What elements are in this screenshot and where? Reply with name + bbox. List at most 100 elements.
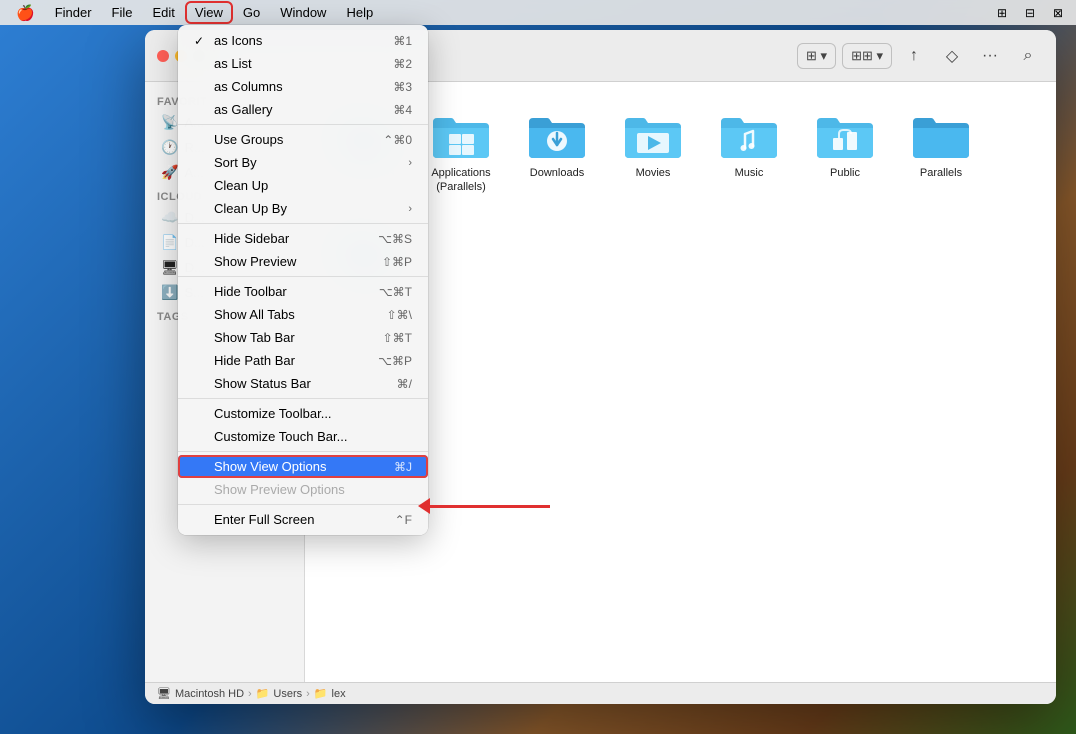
menu-show-preview[interactable]: Show Preview ⇧⌘P: [178, 250, 428, 273]
menubar-finder[interactable]: Finder: [47, 3, 100, 22]
check-as-icons: ✓: [194, 34, 210, 48]
file-item-music[interactable]: Music: [709, 102, 789, 201]
menu-clean-up-by[interactable]: Clean Up By ›: [178, 197, 428, 220]
file-item-applications-parallels[interactable]: Applications (Parallels): [421, 102, 501, 201]
menu-show-all-tabs[interactable]: Show All Tabs ⇧⌘\: [178, 303, 428, 326]
apple-menu[interactable]: 🍎: [8, 2, 43, 24]
hide-sidebar-label: Hide Sidebar: [214, 231, 374, 246]
menubar-window[interactable]: Window: [272, 3, 334, 22]
menubar-edit[interactable]: Edit: [145, 3, 183, 22]
file-item-public[interactable]: Public: [805, 102, 885, 201]
close-button[interactable]: [157, 50, 169, 62]
show-all-tabs-shortcut: ⇧⌘\: [387, 308, 412, 322]
show-status-bar-label: Show Status Bar: [214, 376, 393, 391]
menubar-file[interactable]: File: [104, 3, 141, 22]
menu-use-groups[interactable]: Use Groups ⌃⌘0: [178, 128, 428, 151]
menu-show-view-options[interactable]: Show View Options ⌘J: [178, 455, 428, 478]
menu-show-tab-bar[interactable]: Show Tab Bar ⇧⌘T: [178, 326, 428, 349]
menu-hide-path-bar[interactable]: Hide Path Bar ⌥⌘P: [178, 349, 428, 372]
menu-sep-1: [178, 124, 428, 125]
path-sep-1: ›: [248, 688, 252, 700]
use-groups-shortcut: ⌃⌘0: [383, 133, 412, 147]
applications-icon: 🚀: [161, 164, 178, 181]
icloud-drive-icon: ☁️: [161, 209, 178, 226]
desktop-icon: 🖥: [161, 259, 179, 276]
share-button[interactable]: ↑: [898, 42, 930, 70]
menu-sep-5: [178, 451, 428, 452]
menu-sep-6: [178, 504, 428, 505]
menubar-help[interactable]: Help: [338, 3, 381, 22]
clean-up-by-arrow: ›: [408, 203, 412, 215]
clean-up-by-label: Clean Up By: [214, 201, 404, 216]
menu-enter-full-screen[interactable]: Enter Full Screen ⌃F: [178, 508, 428, 531]
menubar-go[interactable]: Go: [235, 3, 268, 22]
file-item-movies[interactable]: Movies: [613, 102, 693, 201]
view-dropdown-menu: ✓ as Icons ⌘1 as List ⌘2 as Columns ⌘3 a…: [178, 25, 428, 535]
enter-full-screen-shortcut: ⌃F: [395, 513, 412, 527]
tag-button[interactable]: ◇: [936, 42, 968, 70]
show-preview-shortcut: ⇧⌘P: [382, 255, 412, 269]
view-toggle: ⊞ ▾: [797, 43, 836, 69]
arrow-head: [418, 498, 430, 514]
menu-show-preview-options: Show Preview Options: [178, 478, 428, 501]
menu-customize-toolbar[interactable]: Customize Toolbar...: [178, 402, 428, 425]
path-users-icon: 📁: [256, 687, 270, 700]
show-view-options-label: Show View Options: [214, 459, 390, 474]
show-tab-bar-label: Show Tab Bar: [214, 330, 379, 345]
menubar: 🍎 Finder File Edit View Go Window Help ⊞…: [0, 0, 1076, 25]
path-sep-2: ›: [306, 688, 310, 700]
more-button[interactable]: ···: [974, 42, 1006, 70]
path-lex-label: lex: [332, 688, 346, 700]
as-columns-label: as Columns: [214, 79, 389, 94]
menu-hide-sidebar[interactable]: Hide Sidebar ⌥⌘S: [178, 227, 428, 250]
sort-by-arrow: ›: [408, 157, 412, 169]
as-list-shortcut: ⌘2: [393, 57, 412, 71]
menu-clean-up[interactable]: Clean Up: [178, 174, 428, 197]
view-grid-btn[interactable]: ⊞⊞ ▾: [843, 44, 891, 68]
as-gallery-shortcut: ⌘4: [393, 103, 412, 117]
customize-toolbar-label: Customize Toolbar...: [214, 406, 412, 421]
menu-as-list[interactable]: as List ⌘2: [178, 52, 428, 75]
menu-as-gallery[interactable]: as Gallery ⌘4: [178, 98, 428, 121]
show-all-tabs-label: Show All Tabs: [214, 307, 383, 322]
hide-sidebar-shortcut: ⌥⌘S: [378, 232, 412, 246]
sort-by-label: Sort By: [214, 155, 404, 170]
airdrop-icon: 📡: [161, 114, 178, 131]
menu-hide-toolbar[interactable]: Hide Toolbar ⌥⌘T: [178, 280, 428, 303]
file-item-downloads[interactable]: Downloads: [517, 102, 597, 201]
recents-icon: 🕐: [161, 139, 178, 156]
menubar-menu-extras-icon[interactable]: ⊟: [1020, 3, 1040, 23]
menu-sort-by[interactable]: Sort By ›: [178, 151, 428, 174]
as-list-label: as List: [214, 56, 389, 71]
enter-full-screen-label: Enter Full Screen: [214, 512, 391, 527]
music-label: Music: [735, 166, 764, 180]
menu-customize-touch-bar[interactable]: Customize Touch Bar...: [178, 425, 428, 448]
view-icon-btn[interactable]: ⊞ ▾: [798, 44, 835, 68]
menu-as-columns[interactable]: as Columns ⌘3: [178, 75, 428, 98]
music-folder-icon: [717, 108, 781, 162]
menubar-mission-control-icon[interactable]: ⊠: [1048, 3, 1068, 23]
downloads-folder-icon: [525, 108, 589, 162]
show-status-bar-shortcut: ⌘/: [397, 377, 412, 391]
downloads-sidebar-icon: ⬇️: [161, 284, 178, 301]
clean-up-label: Clean Up: [214, 178, 412, 193]
customize-touch-bar-label: Customize Touch Bar...: [214, 429, 412, 444]
menubar-right: ⊞ ⊟ ⊠: [992, 3, 1068, 23]
search-button[interactable]: ⌕: [1012, 42, 1044, 70]
menubar-view[interactable]: View: [187, 3, 231, 22]
as-icons-label: as Icons: [214, 33, 389, 48]
menu-as-icons[interactable]: ✓ as Icons ⌘1: [178, 29, 428, 52]
menubar-control-center-icon[interactable]: ⊞: [992, 3, 1012, 23]
arrow-line: [430, 505, 550, 508]
path-hd-icon: 🖥: [157, 687, 171, 700]
path-bar: 🖥 Macintosh HD › 📁 Users › 📁 lex: [145, 682, 1056, 704]
path-hd-label: Macintosh HD: [175, 688, 244, 700]
show-preview-options-label: Show Preview Options: [214, 482, 412, 497]
view-toggle-group: ⊞⊞ ▾: [842, 43, 892, 69]
docs-icon: 📄: [161, 234, 178, 251]
hide-toolbar-shortcut: ⌥⌘T: [379, 285, 412, 299]
file-item-parallels[interactable]: Parallels: [901, 102, 981, 201]
menu-show-status-bar[interactable]: Show Status Bar ⌘/: [178, 372, 428, 395]
toolbar-icons: ⊞ ▾ ⊞⊞ ▾ ↑ ◇ ··· ⌕: [797, 42, 1044, 70]
parallels-label: Parallels: [920, 166, 962, 180]
